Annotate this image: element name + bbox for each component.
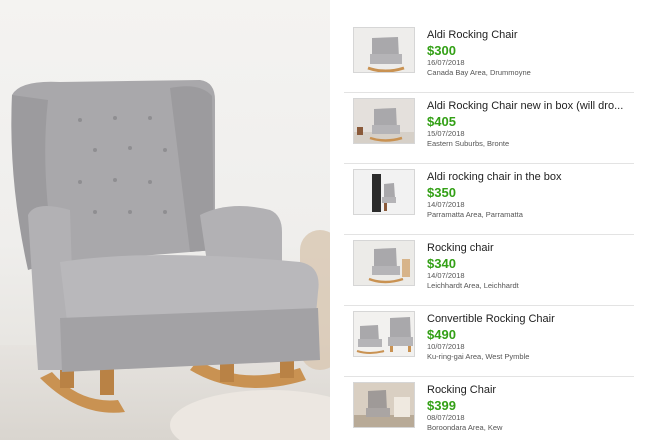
listing-title[interactable]: Aldi Rocking Chair — [427, 29, 634, 42]
listing-price: $350 — [427, 185, 456, 200]
listing-price: $399 — [427, 398, 456, 413]
listing-price: $340 — [427, 256, 456, 271]
two-chairs-photo[interactable] — [353, 311, 415, 357]
listing-price: $300 — [427, 43, 456, 58]
listing-location: Boroondara Area, Kew — [427, 422, 503, 432]
listing-date: 08/07/2018 — [427, 413, 465, 422]
rocking-chair-photo[interactable] — [353, 240, 415, 286]
listing-location: Leichhardt Area, Leichhardt — [427, 280, 519, 290]
rocking-chair-room-photo[interactable] — [353, 98, 415, 144]
listing-title[interactable]: Aldi Rocking Chair new in box (will dro.… — [427, 100, 634, 113]
listing-title[interactable]: Rocking chair — [427, 242, 634, 255]
listing-results: Aldi Rocking Chair $300 16/07/2018 Canad… — [344, 22, 634, 447]
listing-price: $490 — [427, 327, 456, 342]
listing-date: 15/07/2018 — [427, 129, 465, 138]
grey-rocking-chair-photo[interactable] — [353, 27, 415, 73]
listing-item[interactable]: Rocking Chair $399 08/07/2018 Boroondara… — [344, 377, 634, 447]
listing-date: 10/07/2018 — [427, 342, 465, 351]
boxed-chair-photo[interactable] — [353, 169, 415, 215]
listing-location: Canada Bay Area, Drummoyne — [427, 67, 531, 77]
listing-date: 14/07/2018 — [427, 271, 465, 280]
rocking-chair-illustration — [11, 80, 320, 413]
listing-title[interactable]: Aldi rocking chair in the box — [427, 171, 634, 184]
listing-location: Eastern Suburbs, Bronte — [427, 138, 510, 148]
listing-item[interactable]: Aldi rocking chair in the box $350 14/07… — [344, 164, 634, 235]
listing-title[interactable]: Convertible Rocking Chair — [427, 313, 634, 326]
listing-item[interactable]: Aldi Rocking Chair $300 16/07/2018 Canad… — [344, 22, 634, 93]
listing-location: Ku-ring-gai Area, West Pymble — [427, 351, 530, 361]
listing-price: $405 — [427, 114, 456, 129]
chair-in-room-photo[interactable] — [353, 382, 415, 428]
listing-date: 14/07/2018 — [427, 200, 465, 209]
listing-item[interactable]: Rocking chair $340 14/07/2018 Leichhardt… — [344, 235, 634, 306]
listing-title[interactable]: Rocking Chair — [427, 384, 634, 397]
listing-date: 16/07/2018 — [427, 58, 465, 67]
listing-location: Parramatta Area, Parramatta — [427, 209, 523, 219]
listing-item[interactable]: Aldi Rocking Chair new in box (will dro.… — [344, 93, 634, 164]
product-photo — [0, 0, 330, 440]
listing-item[interactable]: Convertible Rocking Chair $490 10/07/201… — [344, 306, 634, 377]
